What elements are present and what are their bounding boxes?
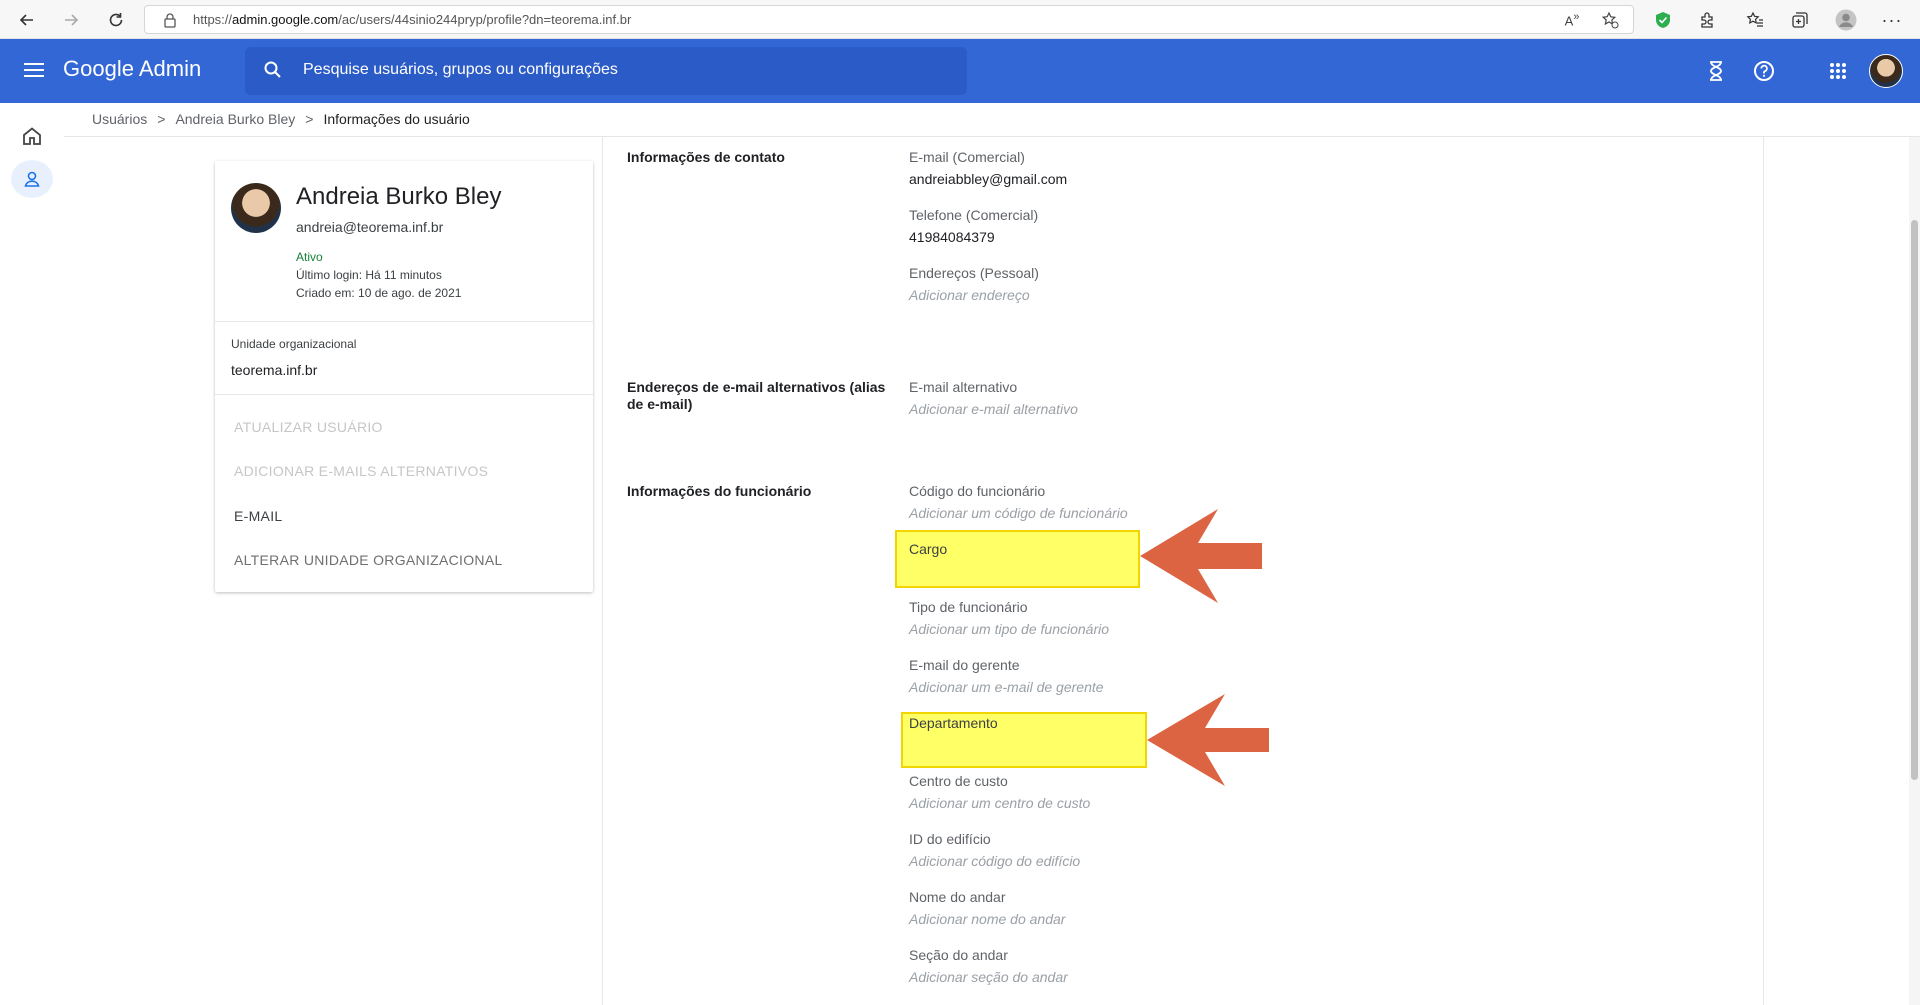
add-alternate-emails-button[interactable]: ADICIONAR E-MAILS ALTERNATIVOS [234, 463, 488, 479]
address-bar[interactable]: https://admin.google.com/ac/users/44sini… [144, 5, 1634, 34]
user-name: Andreia Burko Bley [296, 183, 502, 210]
user-avatar [231, 183, 281, 233]
breadcrumb-separator: > [305, 111, 314, 127]
divider [64, 136, 1920, 137]
field-label-floor-name: Nome do andar [909, 889, 1006, 905]
status-badge: Ativo [296, 250, 323, 264]
field-label-alternate-email: E-mail alternativo [909, 379, 1018, 395]
hourglass-icon[interactable] [1704, 59, 1728, 83]
section-title-alias: Endereços de e-mail alternativos (alias … [627, 379, 886, 412]
scrollbar-thumb[interactable] [1911, 220, 1918, 780]
users-nav-icon[interactable] [11, 160, 53, 198]
field-label-employee-type: Tipo de funcionário [909, 599, 1028, 615]
user-profile-card: Andreia Burko Bley andreia@teorema.inf.b… [215, 161, 593, 592]
search-placeholder: Pesquise usuários, grupos ou configuraçõ… [303, 61, 618, 78]
breadcrumb-user-name[interactable]: Andreia Burko Bley [175, 111, 295, 127]
lock-icon[interactable] [163, 12, 177, 33]
browser-toolbar: https://admin.google.com/ac/users/44sini… [0, 0, 1920, 39]
field-label-building-id: ID do edifício [909, 831, 991, 847]
admin-header: Google Admin Pesquise usuários, grupos o… [0, 39, 1920, 103]
field-label-job-title[interactable]: Cargo [909, 541, 947, 557]
field-label-cost-center: Centro de custo [909, 773, 1008, 789]
email-button[interactable]: E-MAIL [234, 508, 282, 524]
field-label-manager-email: E-mail do gerente [909, 657, 1020, 673]
highlight-cargo [895, 530, 1140, 588]
add-manager-email-field[interactable]: Adicionar um e-mail de gerente [909, 679, 1104, 695]
add-floor-name-field[interactable]: Adicionar nome do andar [909, 911, 1065, 927]
field-label-employee-id: Código do funcionário [909, 483, 1046, 499]
update-user-button[interactable]: ATUALIZAR USUÁRIO [234, 419, 383, 435]
user-email: andreia@teorema.inf.br [296, 219, 444, 235]
field-label-work-email: E-mail (Comercial) [909, 149, 1025, 165]
favorites-icon[interactable] [1743, 8, 1767, 32]
home-icon[interactable] [20, 124, 44, 153]
field-value-work-phone[interactable]: 41984084379 [909, 229, 995, 245]
shield-extension-icon[interactable] [1651, 8, 1675, 32]
collections-icon[interactable] [1788, 8, 1812, 32]
arrow-indicator [1140, 509, 1262, 603]
section-title-contact: Informações de contato [627, 149, 785, 165]
more-options-icon[interactable]: ··· [1880, 8, 1904, 32]
divider [215, 394, 593, 395]
field-label-floor-section: Seção do andar [909, 947, 1008, 963]
account-avatar[interactable] [1869, 54, 1903, 88]
add-floor-section-field[interactable]: Adicionar seção do andar [909, 969, 1068, 985]
forward-icon[interactable] [58, 7, 84, 33]
field-value-work-email[interactable]: andreiabbley@gmail.com [909, 171, 1067, 187]
created-date: Criado em: 10 de ago. de 2021 [296, 286, 462, 300]
field-label-addresses: Endereços (Pessoal) [909, 265, 1039, 281]
field-label-department[interactable]: Departamento [909, 715, 998, 731]
refresh-icon[interactable] [103, 7, 129, 33]
menu-icon[interactable] [22, 59, 46, 83]
breadcrumb-users[interactable]: Usuários [92, 111, 147, 127]
search-icon [263, 60, 283, 85]
breadcrumb-separator: > [157, 111, 166, 127]
read-aloud-icon[interactable]: A» [1560, 8, 1584, 32]
field-label-work-phone: Telefone (Comercial) [909, 207, 1039, 223]
panel-border [1763, 137, 1764, 1005]
profile-icon[interactable] [1834, 8, 1858, 32]
back-icon[interactable] [14, 7, 40, 33]
apps-grid-icon[interactable] [1826, 59, 1850, 83]
add-address-field[interactable]: Adicionar endereço [909, 287, 1030, 303]
breadcrumb-current: Informações do usuário [323, 111, 470, 127]
breadcrumb: Usuários > Andreia Burko Bley > Informaç… [92, 111, 470, 127]
add-cost-center-field[interactable]: Adicionar um centro de custo [909, 795, 1090, 811]
change-org-unit-button[interactable]: ALTERAR UNIDADE ORGANIZACIONAL [234, 552, 503, 568]
add-employee-id-field[interactable]: Adicionar um código de funcionário [909, 505, 1128, 521]
extensions-icon[interactable] [1695, 8, 1719, 32]
brand-logo[interactable]: Google Admin [63, 56, 201, 82]
last-login: Último login: Há 11 minutos [296, 268, 442, 282]
add-building-id-field[interactable]: Adicionar código do edifício [909, 853, 1080, 869]
add-employee-type-field[interactable]: Adicionar um tipo de funcionário [909, 621, 1109, 637]
panel-border [602, 137, 603, 1005]
section-title-employee: Informações do funcionário [627, 483, 812, 499]
add-alternate-email-field[interactable]: Adicionar e-mail alternativo [909, 401, 1078, 417]
search-input[interactable]: Pesquise usuários, grupos ou configuraçõ… [245, 47, 967, 95]
org-unit-label: Unidade organizacional [231, 337, 357, 351]
help-icon[interactable] [1752, 59, 1776, 83]
org-unit-value: teorema.inf.br [231, 362, 318, 378]
url-text[interactable]: https://admin.google.com/ac/users/44sini… [193, 12, 631, 27]
add-favorite-icon[interactable] [1598, 8, 1622, 32]
arrow-indicator [1147, 694, 1269, 786]
divider [215, 321, 593, 322]
